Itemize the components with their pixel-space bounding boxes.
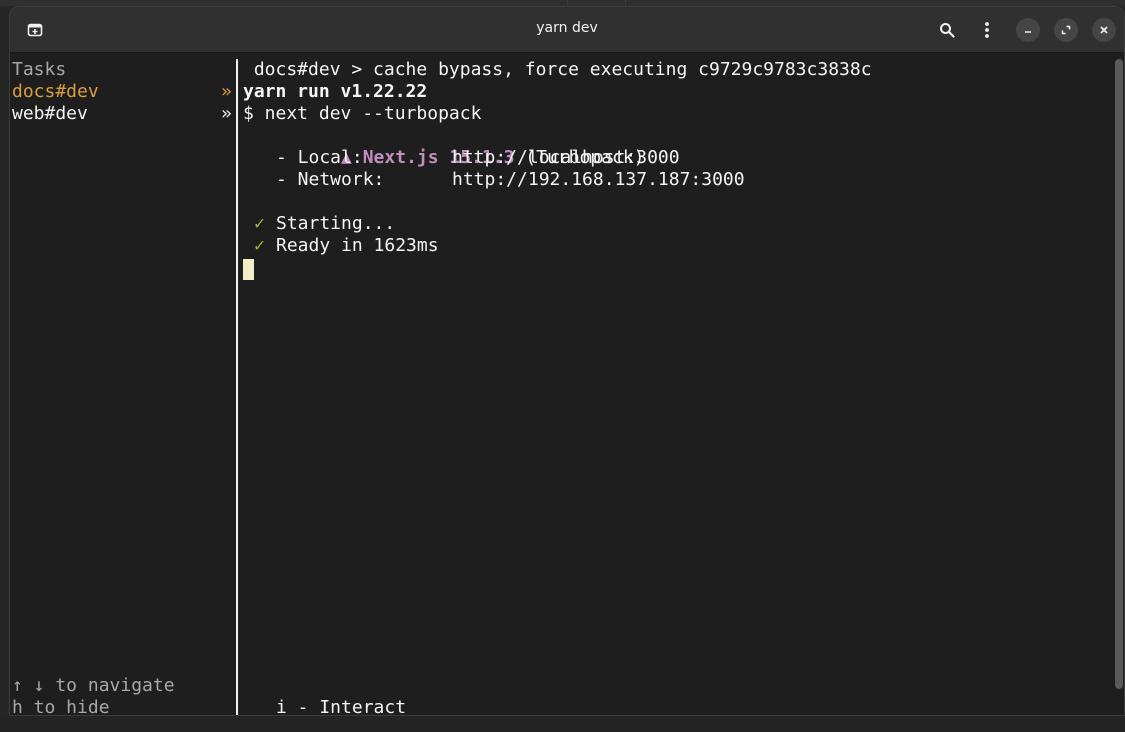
task-sidebar: Tasks docs#dev » web#dev » ↑ ↓ to naviga… (10, 53, 236, 716)
minimize-icon[interactable] (1016, 18, 1040, 42)
interact-hint: i - Interact (276, 697, 407, 716)
network-url[interactable]: http://192.168.137.187:3000 (452, 169, 745, 191)
check-icon: ✓ (254, 235, 265, 256)
output-cache-line: docs#dev > cache bypass, force executing… (243, 59, 872, 80)
terminal-scrollbar[interactable] (1115, 59, 1123, 689)
check-icon: ✓ (254, 213, 265, 234)
output-yarn-version: yarn run v1.22.22 (243, 81, 428, 102)
pane-divider (236, 59, 238, 715)
sidebar-task-docs-dev[interactable]: docs#dev (12, 81, 99, 103)
output-command: $ next dev --turbopack (243, 103, 482, 124)
terminal-body[interactable]: Tasks docs#dev » web#dev » ↑ ↓ to naviga… (10, 53, 1124, 716)
close-icon[interactable] (1092, 18, 1116, 42)
task-selected-marker: » (221, 81, 232, 102)
search-icon[interactable] (934, 17, 960, 43)
local-label: - Local: (276, 147, 363, 168)
sidebar-task-web-dev[interactable]: web#dev (12, 103, 88, 125)
output-ready: Ready in 1623ms (276, 235, 439, 256)
network-label: - Network: (276, 169, 385, 190)
terminal-window: yarn dev Tasks docs#dev » web#dev » ↑ ↓ … (9, 6, 1125, 716)
help-hide: h to hide (12, 697, 110, 716)
task-marker: » (221, 103, 232, 124)
help-navigate: ↑ ↓ to navigate (12, 675, 175, 696)
restore-icon[interactable] (1054, 18, 1078, 42)
sidebar-heading: Tasks (12, 59, 67, 80)
background-bottom-bar (0, 715, 1125, 732)
kebab-menu-icon[interactable] (974, 17, 1000, 43)
output-starting: Starting... (276, 213, 396, 234)
title-bar[interactable]: yarn dev (10, 7, 1124, 53)
local-url[interactable]: http://localhost:3000 (452, 147, 680, 169)
terminal-cursor (243, 259, 254, 280)
